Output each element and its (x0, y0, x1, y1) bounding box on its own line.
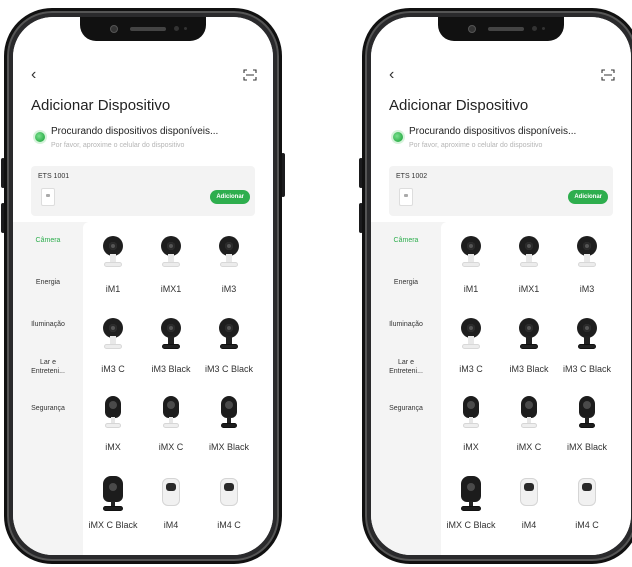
category-camera[interactable]: Câmera (13, 236, 83, 245)
category-lighting[interactable]: Iluminação (13, 320, 83, 329)
device-label: iM3 (579, 284, 595, 294)
phone-left: ‹ Adicionar Dispositivo Procurando dispo… (1, 8, 285, 564)
add-button[interactable]: Adicionar (210, 190, 250, 204)
camera-icon (575, 318, 599, 350)
searching-hint: Por favor, aproxime o celular do disposi… (409, 142, 543, 149)
category-security[interactable]: Segurança (371, 404, 441, 413)
device-thumbnail (41, 188, 55, 206)
header-area: ‹ Adicionar Dispositivo Procurando dispo… (371, 17, 631, 222)
camera-icon (217, 318, 241, 350)
header-area: ‹ Adicionar Dispositivo Procurando dispo… (13, 17, 273, 222)
camera-icon (459, 236, 483, 268)
category-sidebar: Câmera Energia Iluminação Lar e Entreten… (13, 222, 83, 555)
searching-title: Procurando dispositivos disponíveis... (51, 126, 219, 137)
searching-hint: Por favor, aproxime o celular do disposi… (51, 142, 185, 149)
app-screen: ‹ Adicionar Dispositivo Procurando dispo… (371, 17, 631, 555)
camera-icon (218, 478, 240, 508)
camera-icon (101, 236, 125, 268)
app-screen: ‹ Adicionar Dispositivo Procurando dispo… (13, 17, 273, 555)
camera-icon (160, 478, 182, 508)
back-icon[interactable]: ‹ (389, 67, 394, 83)
camera-icon (518, 478, 540, 508)
category-lighting[interactable]: Iluminação (371, 320, 441, 329)
camera-icon (460, 476, 482, 511)
scan-icon[interactable] (243, 69, 257, 81)
device-label: iM3 C Black (562, 364, 611, 374)
searching-dot-icon (35, 132, 45, 142)
camera-icon (576, 396, 598, 430)
camera-icon (576, 478, 598, 508)
device-label: iM3 C Black (204, 364, 253, 374)
camera-icon (517, 318, 541, 350)
camera-icon (102, 396, 124, 430)
camera-icon (101, 318, 125, 350)
page-title: Adicionar Dispositivo (31, 97, 171, 114)
add-button[interactable]: Adicionar (568, 190, 608, 204)
phone-notch (80, 17, 206, 41)
device-label: iMX Black (566, 442, 607, 452)
camera-icon (102, 476, 124, 511)
camera-icon (518, 396, 540, 430)
phone-right: ‹ Adicionar Dispositivo Procurando dispo… (359, 8, 632, 564)
page-title: Adicionar Dispositivo (389, 97, 529, 114)
device-label: iMX Black (208, 442, 249, 452)
device-grid: iM1 iMX1 iM3 iM3 C iM3 Black iM3 C Black (441, 222, 631, 555)
camera-icon (218, 396, 240, 430)
device-grid: iM1 iMX1 iM3 iM3 C iM3 Black iM3 C Black… (83, 222, 273, 555)
category-sidebar: Câmera Energia Iluminação Lar e Entreten… (371, 222, 441, 555)
found-device-card[interactable]: ETS 1001 Adicionar (31, 166, 255, 216)
found-device-name: ETS 1002 (396, 173, 428, 180)
camera-icon (575, 236, 599, 268)
found-device-card[interactable]: ETS 1002 Adicionar (389, 166, 613, 216)
device-label: iM4 C (575, 520, 599, 530)
phone-notch (438, 17, 564, 41)
found-device-name: ETS 1001 (38, 173, 70, 180)
searching-dot-icon (393, 132, 403, 142)
device-label: iM4 C (217, 520, 241, 530)
category-camera[interactable]: Câmera (371, 236, 441, 245)
camera-icon (159, 236, 183, 268)
camera-icon (517, 236, 541, 268)
back-icon[interactable]: ‹ (31, 67, 36, 83)
category-security[interactable]: Segurança (13, 404, 83, 413)
searching-title: Procurando dispositivos disponíveis... (409, 126, 577, 137)
scan-icon[interactable] (601, 69, 615, 81)
camera-icon (159, 318, 183, 350)
device-thumbnail (399, 188, 413, 206)
camera-icon (160, 396, 182, 430)
camera-icon (460, 396, 482, 430)
camera-icon (459, 318, 483, 350)
device-label: iM3 (221, 284, 237, 294)
camera-icon (217, 236, 241, 268)
